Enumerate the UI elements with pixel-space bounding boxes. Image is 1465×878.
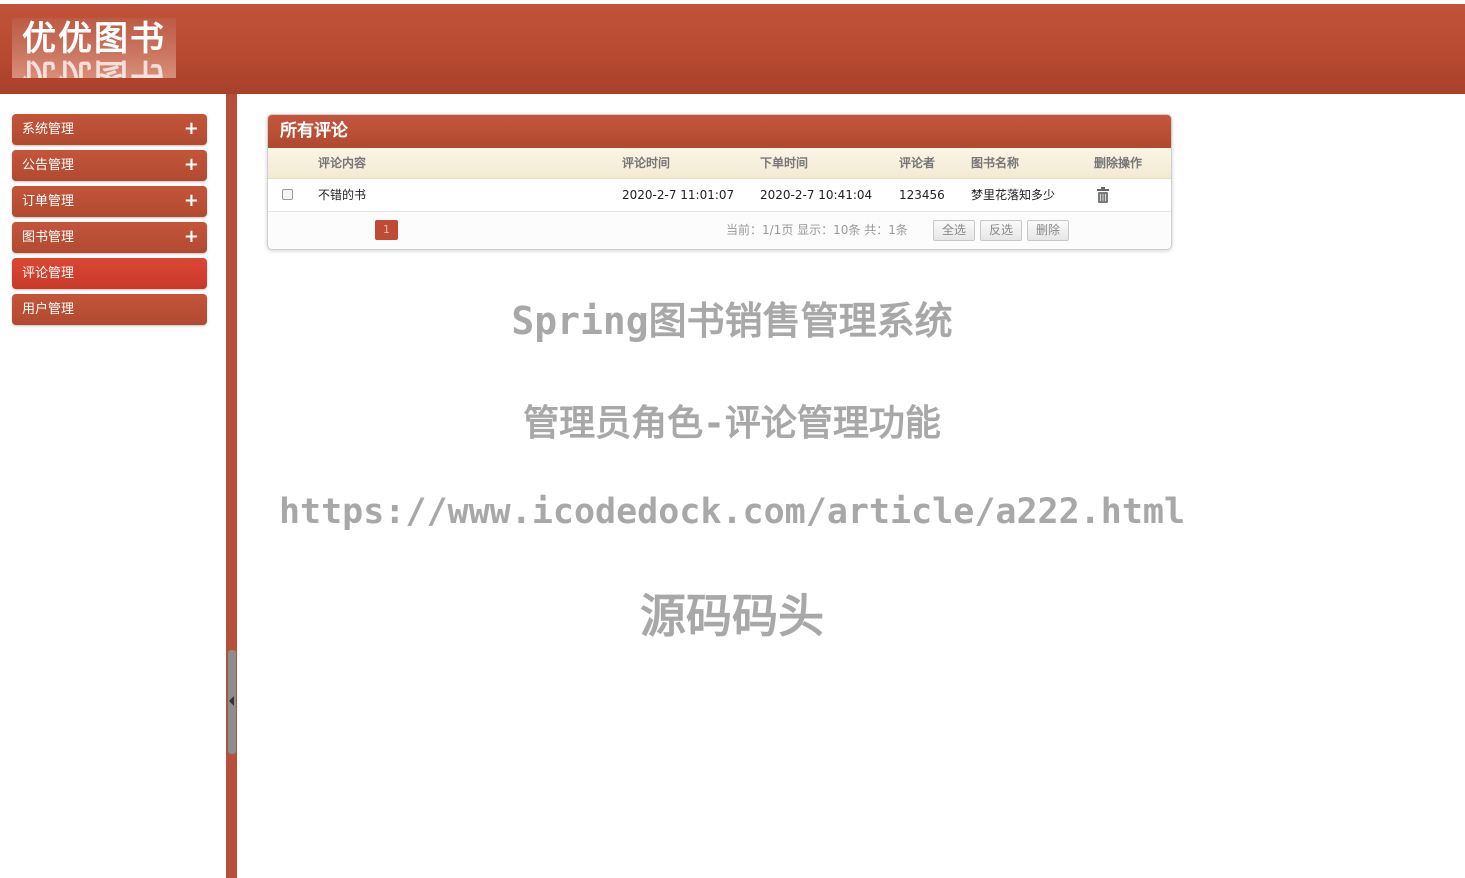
sidebar-item-label: 图书管理 xyxy=(22,230,75,245)
comments-panel: 所有评论 评论内容 评论时间 下单时间 评论者 图书名称 删除操作 不错的书 2… xyxy=(267,114,1172,250)
expand-plus-icon[interactable]: + xyxy=(184,150,199,179)
pagination-info: 当前：1/1页 显示：10条 共：1条 xyxy=(726,223,908,237)
column-header-content: 评论内容 xyxy=(318,156,367,170)
table-row: 不错的书 2020-2-7 11:01:07 2020-2-7 10:41:04… xyxy=(268,179,1171,212)
delete-button[interactable]: 删除 xyxy=(1027,220,1069,241)
watermark-title: Spring图书销售管理系统 xyxy=(511,299,953,343)
column-header-comment-time: 评论时间 xyxy=(622,156,671,170)
invert-selection-button[interactable]: 反选 xyxy=(980,220,1022,241)
trash-icon[interactable] xyxy=(1097,187,1109,206)
logo-reflection: 优优图书 xyxy=(22,55,166,78)
pagination-bar: 1 当前：1/1页 显示：10条 共：1条 全选 反选 删除 xyxy=(268,212,1171,249)
sidebar-item-system[interactable]: 系统管理 + xyxy=(12,114,207,145)
expand-plus-icon[interactable]: + xyxy=(184,222,199,251)
column-header-delete: 删除操作 xyxy=(1094,156,1143,170)
commenter: 123456 xyxy=(899,188,945,202)
page-number-button[interactable]: 1 xyxy=(375,220,398,240)
row-checkbox[interactable] xyxy=(282,189,293,200)
column-header-commenter: 评论者 xyxy=(899,156,936,170)
watermark-brand: 源码码头 xyxy=(640,589,824,643)
sidebar-item-comments[interactable]: 评论管理 xyxy=(12,258,207,289)
watermark-subtitle: 管理员角色-评论管理功能 xyxy=(523,403,941,444)
watermark-url: https://www.icodedock.com/article/a222.h… xyxy=(278,492,1186,532)
table-header: 评论内容 评论时间 下单时间 评论者 图书名称 删除操作 xyxy=(268,148,1171,179)
sidebar-item-users[interactable]: 用户管理 xyxy=(12,294,207,325)
top-header: 优优图书 优优图书 xyxy=(0,4,1465,94)
sidebar-item-notice[interactable]: 公告管理 + xyxy=(12,150,207,181)
sidebar-item-orders[interactable]: 订单管理 + xyxy=(12,186,207,217)
comment-content: 不错的书 xyxy=(318,188,367,202)
book-name: 梦里花落知多少 xyxy=(971,188,1056,202)
sidebar-menu: 系统管理 + 公告管理 + 订单管理 + 图书管理 + 评论管理 用户管理 xyxy=(0,94,226,878)
sidebar-item-label: 公告管理 xyxy=(22,158,75,173)
comment-time: 2020-2-7 11:01:07 xyxy=(622,188,735,202)
layout-splitter[interactable] xyxy=(226,94,237,878)
sidebar-item-label: 订单管理 xyxy=(22,194,75,209)
logo-text: 优优图书 xyxy=(22,19,166,59)
select-all-button[interactable]: 全选 xyxy=(933,220,975,241)
site-logo[interactable]: 优优图书 优优图书 xyxy=(12,18,176,78)
sidebar-item-label: 评论管理 xyxy=(22,266,75,281)
sidebar-item-label: 用户管理 xyxy=(22,302,75,317)
expand-plus-icon[interactable]: + xyxy=(184,186,199,215)
column-header-order-time: 下单时间 xyxy=(760,156,809,170)
sidebar-item-books[interactable]: 图书管理 + xyxy=(12,222,207,253)
sidebar-item-label: 系统管理 xyxy=(22,122,75,137)
expand-plus-icon[interactable]: + xyxy=(184,114,199,143)
order-time: 2020-2-7 10:41:04 xyxy=(760,188,873,202)
collapse-arrow-icon[interactable] xyxy=(229,696,234,706)
column-header-book-name: 图书名称 xyxy=(971,156,1020,170)
panel-title: 所有评论 xyxy=(268,115,1171,148)
